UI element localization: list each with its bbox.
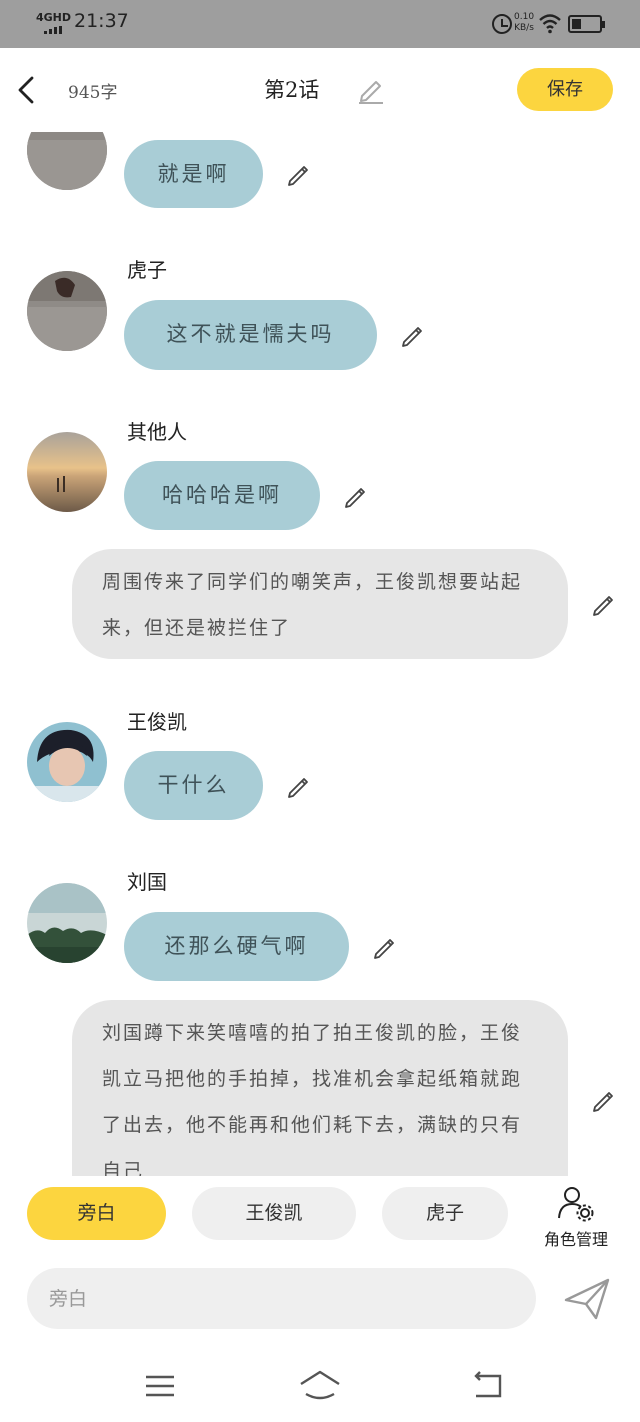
status-time: 21:37 (74, 10, 129, 32)
wifi-icon (539, 14, 561, 34)
pencil-icon[interactable] (285, 160, 313, 188)
pencil-icon[interactable] (371, 933, 399, 961)
role-chip-huzi[interactable]: 虎子 (382, 1187, 508, 1240)
network-speed: 0.10 KB/s (514, 12, 534, 34)
speaker-name: 虎子 (127, 258, 167, 282)
role-chip-narrator[interactable]: 旁白 (27, 1187, 166, 1240)
avatar[interactable] (27, 132, 107, 190)
dialogue-bubble[interactable]: 这不就是懦夫吗 (124, 300, 377, 370)
status-bar: 4GHD 21:37 0.10 KB/s (0, 0, 640, 48)
avatar[interactable] (27, 722, 107, 802)
send-icon[interactable] (562, 1276, 612, 1322)
system-nav-bar (0, 1352, 640, 1422)
narration-bubble[interactable]: 刘国蹲下来笑嘻嘻的拍了拍王俊凯的脸，王俊凯立马把他的手拍掉，找准机会拿起纸箱就跑… (72, 1000, 568, 1176)
avatar[interactable] (27, 271, 107, 351)
chevron-left-icon[interactable] (12, 72, 42, 108)
network-speed-value: 0.10 (514, 12, 535, 22)
pencil-icon[interactable] (285, 772, 313, 800)
role-manage-button[interactable]: 角色管理 (536, 1184, 616, 1249)
network-type: 4GHD (36, 11, 72, 24)
narration-bubble[interactable]: 周围传来了同学们的嘲笑声，王俊凯想要站起来，但还是被拦住了 (72, 549, 568, 659)
speaker-name: 刘国 (127, 870, 167, 894)
save-button[interactable]: 保存 (517, 68, 613, 111)
battery-fill (572, 19, 581, 29)
pencil-icon[interactable] (590, 1086, 618, 1114)
network-speed-unit: KB/s (514, 23, 534, 33)
pencil-icon[interactable] (342, 482, 370, 510)
avatar-image (27, 432, 107, 512)
pencil-icon[interactable] (356, 74, 386, 104)
word-count: 945字 (68, 83, 118, 103)
episode-title: 第2话 (264, 78, 320, 102)
menu-icon[interactable] (140, 1366, 180, 1406)
dialogue-bubble[interactable]: 哈哈哈是啊 (124, 461, 320, 530)
home-icon[interactable] (298, 1366, 342, 1406)
dialogue-bubble[interactable]: 就是啊 (124, 140, 263, 208)
chat-area[interactable]: 就是啊 虎子 这不就是懦夫吗 其他人 哈哈哈是啊 周围传来了同学们的嘲笑声，王俊… (0, 132, 640, 1176)
avatar[interactable] (27, 883, 107, 963)
battery-icon (568, 15, 605, 33)
avatar-image (27, 883, 107, 963)
avatar[interactable] (27, 432, 107, 512)
role-manage-label: 角色管理 (543, 1230, 608, 1249)
role-selector: 旁白 王俊凯 虎子 角色管理 (0, 1176, 640, 1252)
speaker-name: 其他人 (127, 420, 187, 444)
avatar-image (27, 132, 107, 190)
avatar-image (27, 271, 107, 351)
avatar-image (27, 722, 107, 802)
message-input[interactable] (27, 1268, 536, 1329)
signal-icon (44, 26, 64, 34)
editor-header: 945字 第2话 保存 (0, 48, 640, 132)
pencil-icon[interactable] (399, 321, 427, 349)
pencil-icon[interactable] (590, 590, 618, 618)
speaker-name: 王俊凯 (127, 710, 187, 734)
role-chip-wang-junkai[interactable]: 王俊凯 (192, 1187, 356, 1240)
dialogue-bubble[interactable]: 干什么 (124, 751, 263, 820)
back-icon[interactable] (468, 1366, 508, 1406)
user-settings-icon (558, 1187, 594, 1222)
dialogue-bubble[interactable]: 还那么硬气啊 (124, 912, 349, 981)
alarm-icon (492, 14, 512, 34)
input-row (0, 1252, 640, 1352)
